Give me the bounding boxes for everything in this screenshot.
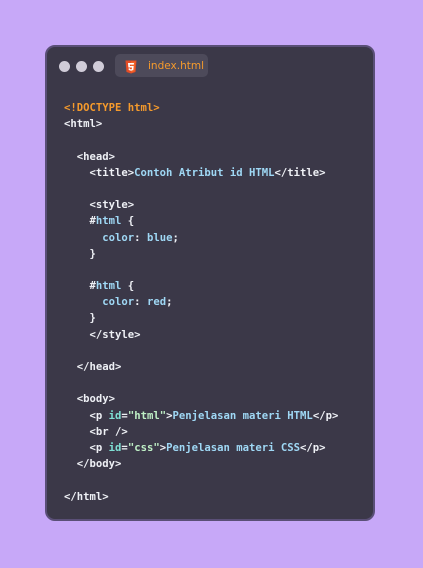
code-token: </html> [64,490,109,503]
code-line: #html { [64,213,338,229]
code-token: ; [166,296,173,309]
code-token: { [121,215,135,228]
code-token: Contoh Atribut id HTML [134,166,275,179]
code-token: </p> [312,409,339,422]
code-token: </style> [89,328,141,341]
code-line: <html> [64,116,338,132]
window-control-dot-3[interactable] [93,61,104,72]
code-token: <p [89,441,109,454]
file-tab[interactable]: index.html [115,54,208,77]
code-token: id [108,441,122,454]
code-token: </head> [76,361,122,373]
code-line: <style> [64,197,338,213]
code-token: id [108,409,122,422]
code-line: <head> [64,149,338,165]
code-token: </body> [76,458,122,471]
code-token: <style> [89,199,135,212]
code-token: Penjelasan materi CSS [166,441,301,454]
code-line: #html { [64,278,338,294]
code-token: <!DOCTYPE html> [64,102,160,114]
code-token: "css" [127,441,160,454]
code-line: </style> [64,327,338,343]
code-token: <p [89,409,109,422]
window-control-dot-2[interactable] [76,61,87,72]
code-token: : [134,296,147,309]
file-tab-label: index.html [148,59,204,72]
code-token: </title> [274,166,326,179]
code-window: index.html <!DOCTYPE html> <html> <head> … [45,45,375,521]
code-token: { [121,280,135,293]
code-token: : [134,231,147,244]
code-line: color: blue; [64,230,338,246]
code-token: color [102,231,135,244]
code-line: <p id="css">Penjelasan materi CSS</p> [64,440,338,456]
code-line: <title>Contoh Atribut id HTML</title> [64,165,338,181]
code-line: </body> [64,456,338,472]
code-line: } [64,246,338,262]
window-control-dot-1[interactable] [59,61,70,72]
code-token: } [89,312,96,325]
code-token: "html" [127,409,167,422]
code-token: ; [172,231,179,244]
code-token: <head> [76,150,116,163]
code-line: <!DOCTYPE html> [64,100,338,116]
code-token: </p> [300,441,326,454]
code-token: html [95,280,122,293]
code-token: color [102,296,135,309]
code-token: <br /> [89,425,128,438]
code-line: <p id="html">Penjelasan materi HTML</p> [64,408,339,424]
code-block: <!DOCTYPE html> <html> <head> <title>Cont… [64,100,338,505]
code-line: } [64,310,338,326]
code-line: <body> [64,391,338,407]
window-titlebar: index.html [47,47,373,87]
code-token: <title> [89,166,135,179]
code-token: blue [146,231,173,244]
code-token: <html> [64,118,103,131]
code-token: <body> [76,393,116,406]
code-token: Penjelasan materi HTML [172,409,313,422]
code-token: } [89,247,96,260]
html5-icon [125,59,137,73]
code-line: <br /> [64,424,338,440]
code-line: </head> [64,359,338,375]
code-line: </html> [64,489,338,505]
code-token: html [95,215,122,228]
code-token: red [146,296,167,309]
code-line: color: red; [64,294,338,310]
